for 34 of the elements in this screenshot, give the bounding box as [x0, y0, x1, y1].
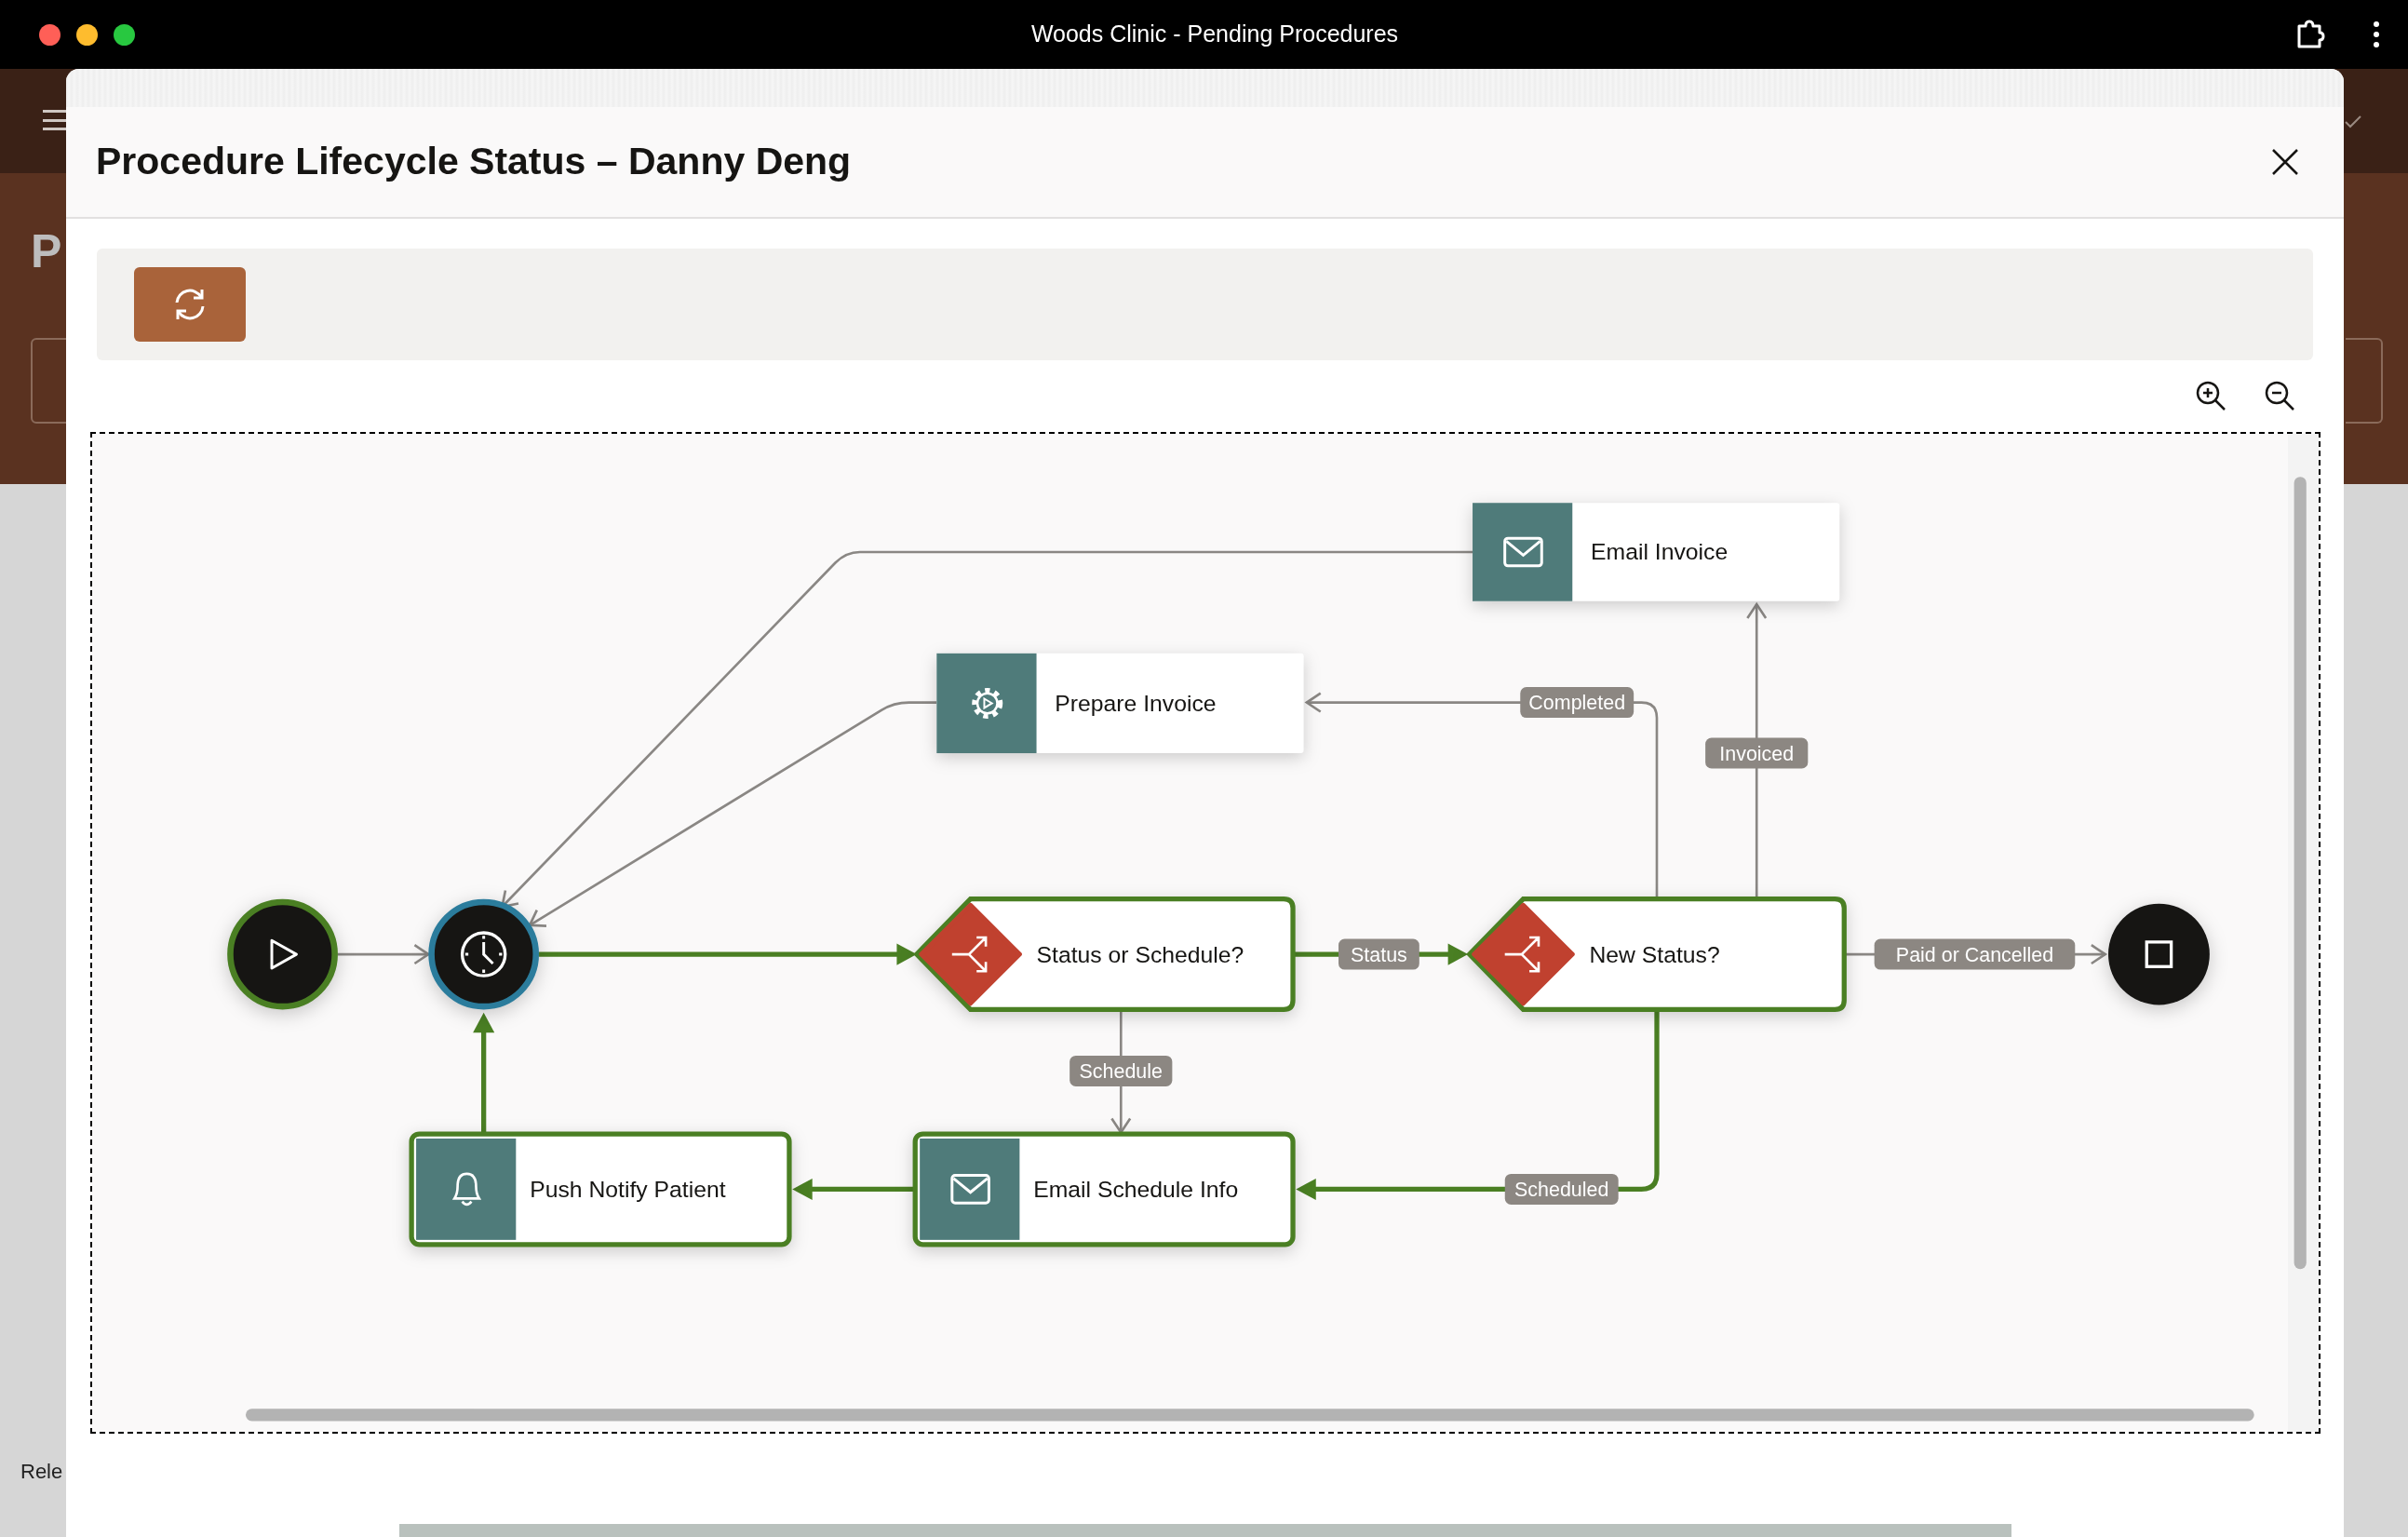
- more-options-icon[interactable]: [2373, 20, 2380, 48]
- task-label: Email Invoice: [1591, 539, 1729, 565]
- edge-label: Completed: [1520, 687, 1634, 719]
- task-label: Email Schedule Info: [1033, 1176, 1239, 1202]
- clock-icon: [460, 931, 507, 977]
- task-label: Prepare Invoice: [1055, 690, 1217, 716]
- edge-label: Status: [1339, 938, 1419, 970]
- input-field[interactable]: [2346, 338, 2383, 424]
- close-icon[interactable]: [2271, 148, 2299, 176]
- footer-text: Rele: [20, 1462, 63, 1482]
- dialog-title: Procedure Lifecycle Status – Danny Deng: [96, 139, 852, 185]
- task-label: Push Notify Patient: [530, 1176, 726, 1202]
- envelope-icon: [1503, 536, 1543, 568]
- zoom-in-icon[interactable]: [2195, 380, 2226, 411]
- zoom-out-icon[interactable]: [2264, 380, 2295, 411]
- bell-icon: [453, 1172, 481, 1207]
- gateway-label: Status or Schedule?: [1036, 941, 1244, 967]
- page-heading: P: [31, 228, 62, 275]
- split-arrows-icon: [950, 936, 988, 973]
- gateway-label: New Status?: [1589, 941, 1720, 967]
- window-title: Woods Clinic - Pending Procedures: [1030, 20, 1399, 49]
- edge-label: Invoiced: [1705, 737, 1809, 769]
- edge-label: Scheduled: [1504, 1173, 1619, 1205]
- menu-icon[interactable]: [43, 110, 67, 130]
- refresh-button[interactable]: [134, 267, 246, 342]
- play-icon: [270, 938, 298, 970]
- edge-label: Paid or Cancelled: [1874, 938, 2076, 970]
- check-icon: [2345, 115, 2361, 128]
- envelope-icon: [950, 1174, 990, 1205]
- split-arrows-icon: [1503, 936, 1540, 973]
- stop-icon: [2145, 940, 2173, 968]
- horizontal-scrollbar[interactable]: [245, 1409, 2254, 1422]
- gear-icon: [972, 687, 1003, 719]
- edge-label: Schedule: [1069, 1055, 1173, 1086]
